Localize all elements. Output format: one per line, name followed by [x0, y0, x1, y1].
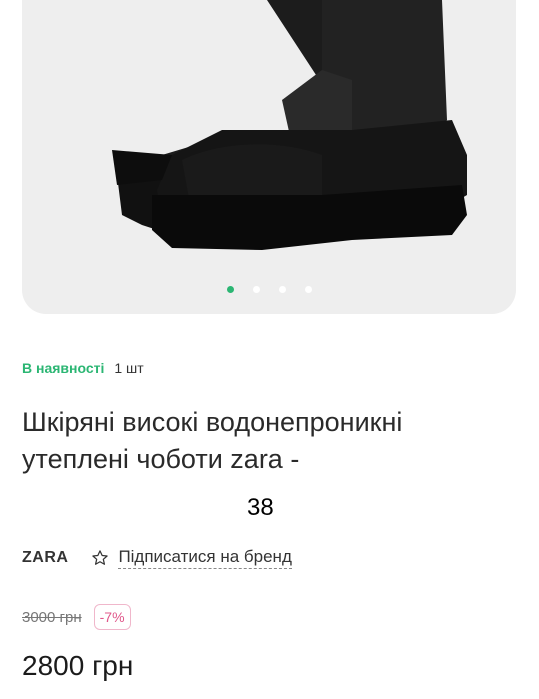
- star-outline-icon: [92, 550, 109, 565]
- stock-status: В наявності 1 шт: [22, 360, 144, 376]
- gallery-pagination[interactable]: [22, 286, 516, 293]
- product-photo: [112, 0, 467, 250]
- availability-label: В наявності: [22, 360, 105, 376]
- discount-badge: -7%: [93, 604, 131, 630]
- stock-quantity: 1 шт: [114, 360, 144, 376]
- subscribe-brand-label: Підписатися на бренд: [118, 547, 292, 569]
- product-image-gallery[interactable]: [22, 0, 516, 314]
- gallery-dot-4[interactable]: [304, 286, 312, 293]
- gallery-dot-2[interactable]: [252, 286, 260, 293]
- brand-row: ZARA Підписатися на бренд: [22, 547, 292, 569]
- gallery-dot-3[interactable]: [278, 286, 286, 293]
- subscribe-brand-button[interactable]: Підписатися на бренд: [90, 547, 292, 569]
- old-price-row: 3000 грн -7%: [22, 604, 131, 630]
- current-price: 2800 грн: [22, 650, 134, 681]
- product-title: Шкіряні високі водонепроникні утеплені ч…: [22, 407, 403, 474]
- brand-name[interactable]: ZARA: [22, 549, 68, 567]
- product-size: 38: [247, 494, 274, 521]
- gallery-dot-1[interactable]: [226, 286, 234, 293]
- old-price: 3000 грн: [22, 608, 82, 626]
